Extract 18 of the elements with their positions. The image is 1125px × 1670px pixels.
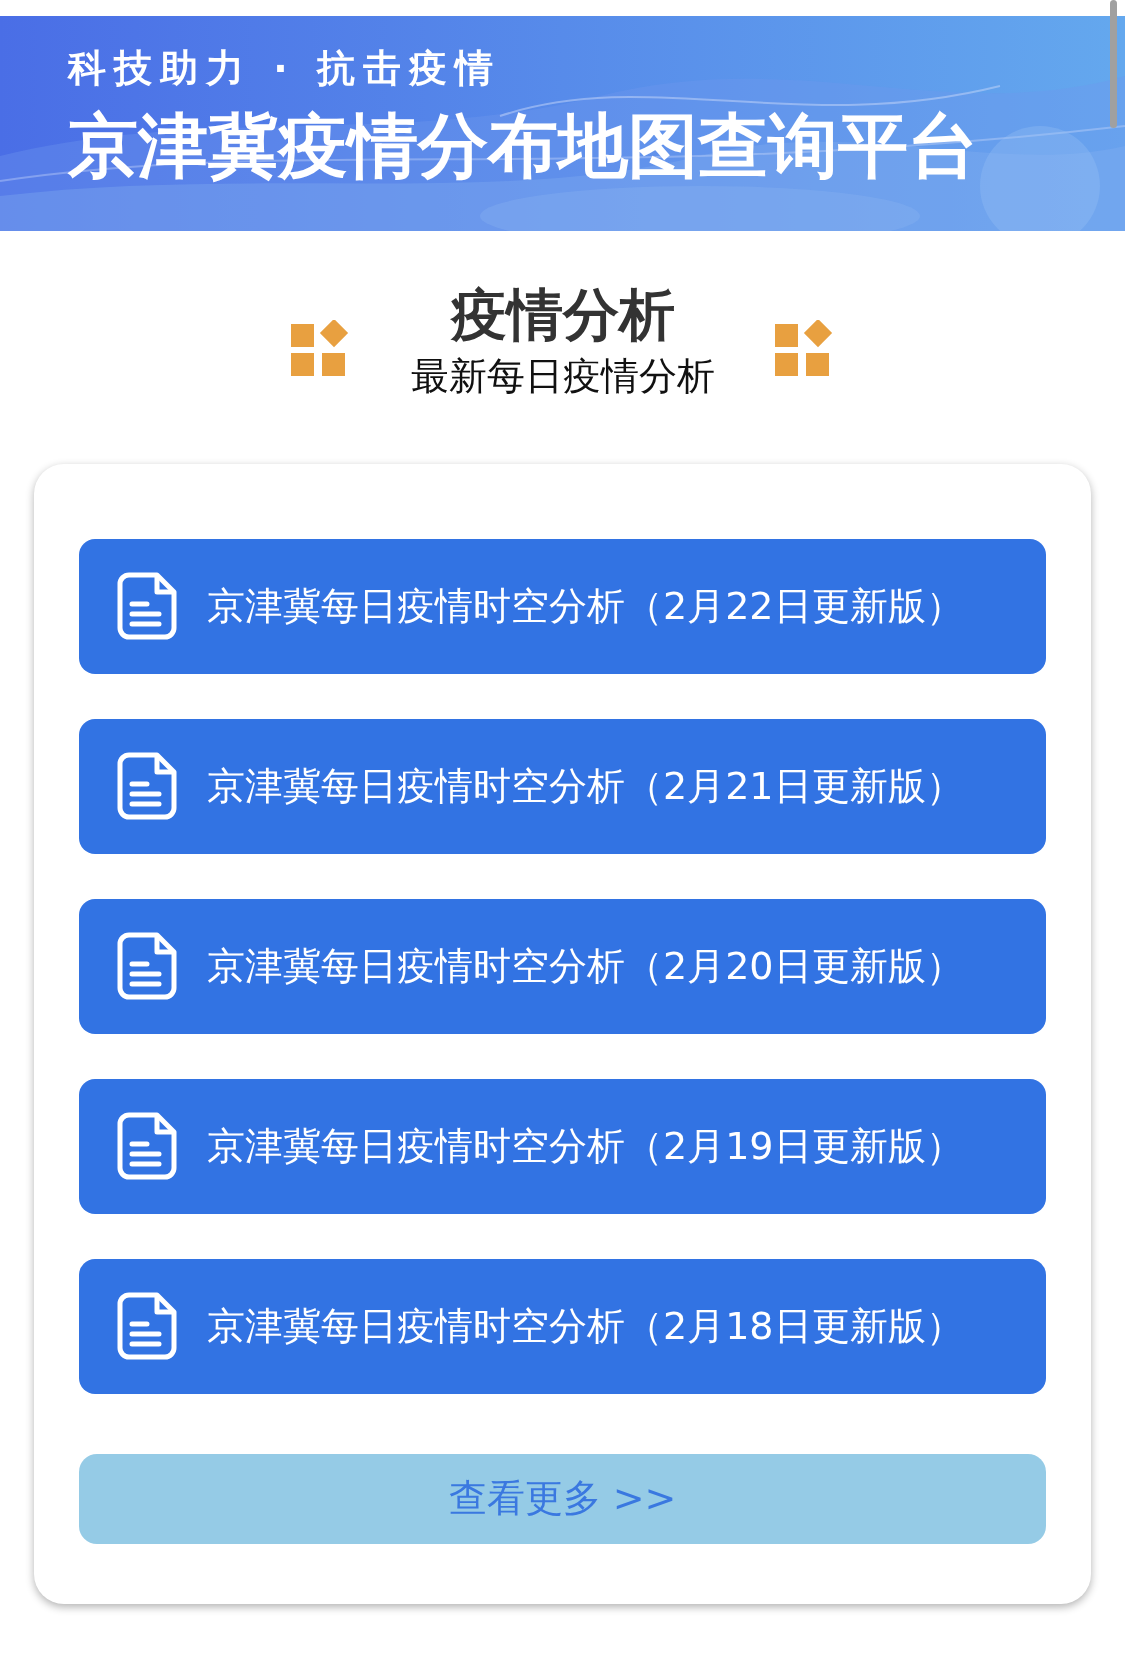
blocks-icon [290,320,351,377]
document-icon [117,932,177,1001]
report-button[interactable]: 京津冀每日疫情时空分析（2月19日更新版） [79,1078,1046,1214]
scrollbar[interactable] [1110,0,1117,128]
more-button[interactable]: 查看更多 >> [79,1453,1046,1544]
document-icon [117,572,177,641]
banner-tagline: 科技助力 · 抗击疫情 [68,46,502,92]
report-button[interactable]: 京津冀每日疫情时空分析（2月22日更新版） [79,538,1046,674]
report-button[interactable]: 京津冀每日疫情时空分析（2月20日更新版） [79,898,1046,1034]
banner-title: 京津冀疫情分布地图查询平台 [68,103,979,188]
report-button[interactable]: 京津冀每日疫情时空分析（2月21日更新版） [79,718,1046,854]
document-icon [117,752,177,821]
report-button[interactable]: 京津冀每日疫情时空分析（2月18日更新版） [79,1258,1046,1394]
document-icon [117,1112,177,1181]
document-icon [117,1292,177,1361]
section-subtitle: 最新每日疫情分析 [410,353,715,401]
blocks-icon [774,320,835,377]
section-title: 疫情分析 [450,281,675,349]
